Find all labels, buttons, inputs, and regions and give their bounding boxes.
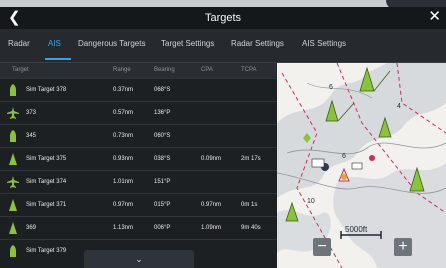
cell-target: 373 xyxy=(26,110,37,116)
cell-target: Sim Target 379 xyxy=(26,248,67,254)
title-bar: ❮ Targets ✕ xyxy=(0,7,446,29)
svg-text:6: 6 xyxy=(329,84,333,91)
cell-range: 0.73nm xyxy=(113,133,134,139)
cell-range: 0.57nm xyxy=(113,110,134,116)
cell-bearing: 006°P xyxy=(154,225,171,231)
triangle-target-icon xyxy=(6,221,20,235)
vessel-icon xyxy=(6,244,20,258)
tab-dangerous-targets[interactable]: Dangerous Targets xyxy=(78,39,145,48)
cell-cpa: 0.97nm xyxy=(201,202,222,208)
cell-tcpa: 9m 40s xyxy=(241,225,261,231)
cell-target: Sim Target 375 xyxy=(26,156,67,162)
chart-map[interactable]: 6 4 10 6 5000ft − + xyxy=(277,63,446,268)
table-row[interactable]: Sim Target 371 0.97nm 015°P 0.97nm 0m 1s xyxy=(0,193,277,217)
table-row[interactable]: 373 0.57nm 136°P xyxy=(0,101,277,125)
cell-range: 0.37nm xyxy=(113,87,134,93)
page-title: Targets xyxy=(204,12,242,24)
vessel-icon xyxy=(6,83,20,97)
triangle-target-icon xyxy=(6,152,20,166)
close-icon[interactable]: ✕ xyxy=(428,8,441,26)
device-bezel xyxy=(0,0,446,7)
cell-tcpa: 0m 1s xyxy=(241,202,258,208)
table-row[interactable]: 369 1.13nm 006°P 1.09nm 9m 40s xyxy=(0,216,277,240)
chevron-down-icon[interactable]: ⌄ xyxy=(84,250,194,268)
cell-cpa: 1.09nm xyxy=(201,225,222,231)
header-bearing[interactable]: Bearing xyxy=(154,67,175,73)
header-range[interactable]: Range xyxy=(113,67,131,73)
tab-bar: Radar AIS Dangerous Targets Target Setti… xyxy=(0,29,446,63)
triangle-target-icon xyxy=(6,198,20,212)
cell-bearing: 068°S xyxy=(154,87,171,93)
svg-text:10: 10 xyxy=(307,198,315,205)
chevron-left-icon[interactable]: ❮ xyxy=(8,9,21,27)
vessel-icon xyxy=(6,129,20,143)
cell-bearing: 136°P xyxy=(154,110,171,116)
active-tab-indicator xyxy=(45,58,71,60)
svg-text:4: 4 xyxy=(397,103,401,110)
targets-screen: ❮ Targets ✕ Radar AIS Dangerous Targets … xyxy=(0,0,446,268)
cell-range: 0.97nm xyxy=(113,202,134,208)
header-cpa[interactable]: CPA xyxy=(201,67,213,73)
cell-range: 0.93nm xyxy=(113,156,134,162)
tab-target-settings[interactable]: Target Settings xyxy=(161,39,214,48)
cell-tcpa: 2m 17s xyxy=(241,156,261,162)
cell-target: 345 xyxy=(26,133,37,139)
tab-radar-settings[interactable]: Radar Settings xyxy=(231,39,284,48)
scale-bar-label: 5000ft xyxy=(345,225,368,234)
table-row[interactable]: Sim Target 378 0.37nm 068°S xyxy=(0,78,277,102)
aircraft-icon xyxy=(6,175,20,189)
chart-map-graphic: 6 4 10 6 xyxy=(277,63,446,268)
header-target[interactable]: Target xyxy=(12,67,29,73)
cell-bearing: 038°S xyxy=(154,156,171,162)
aircraft-icon xyxy=(6,106,20,120)
header-tcpa[interactable]: TCPA xyxy=(241,67,257,73)
cell-range: 1.13nm xyxy=(113,225,134,231)
cell-range: 1.01nm xyxy=(113,179,134,185)
tab-ais[interactable]: AIS xyxy=(48,39,61,48)
cell-target: Sim Target 371 xyxy=(26,202,67,208)
table-row[interactable]: Sim Target 375 0.93nm 038°S 0.09nm 2m 17s xyxy=(0,147,277,171)
cell-target: 369 xyxy=(26,225,37,231)
ais-targets-table: Target Range Bearing CPA TCPA Sim Target… xyxy=(0,63,277,268)
cell-bearing: 060°S xyxy=(154,133,171,139)
cell-bearing: 015°P xyxy=(154,202,171,208)
tab-ais-settings[interactable]: AIS Settings xyxy=(302,39,346,48)
tab-radar[interactable]: Radar xyxy=(8,39,30,48)
zoom-out-button[interactable]: − xyxy=(313,238,331,256)
zoom-in-button[interactable]: + xyxy=(394,238,412,256)
cell-bearing: 151°P xyxy=(154,179,171,185)
table-header: Target Range Bearing CPA TCPA xyxy=(0,63,277,78)
cell-target: Sim Target 378 xyxy=(26,87,67,93)
table-row[interactable]: 345 0.73nm 060°S xyxy=(0,124,277,148)
cell-target: Sim Target 374 xyxy=(26,179,67,185)
table-row[interactable]: Sim Target 374 1.01nm 151°P xyxy=(0,170,277,194)
svg-text:6: 6 xyxy=(342,153,346,160)
cell-cpa: 0.09nm xyxy=(201,156,222,162)
